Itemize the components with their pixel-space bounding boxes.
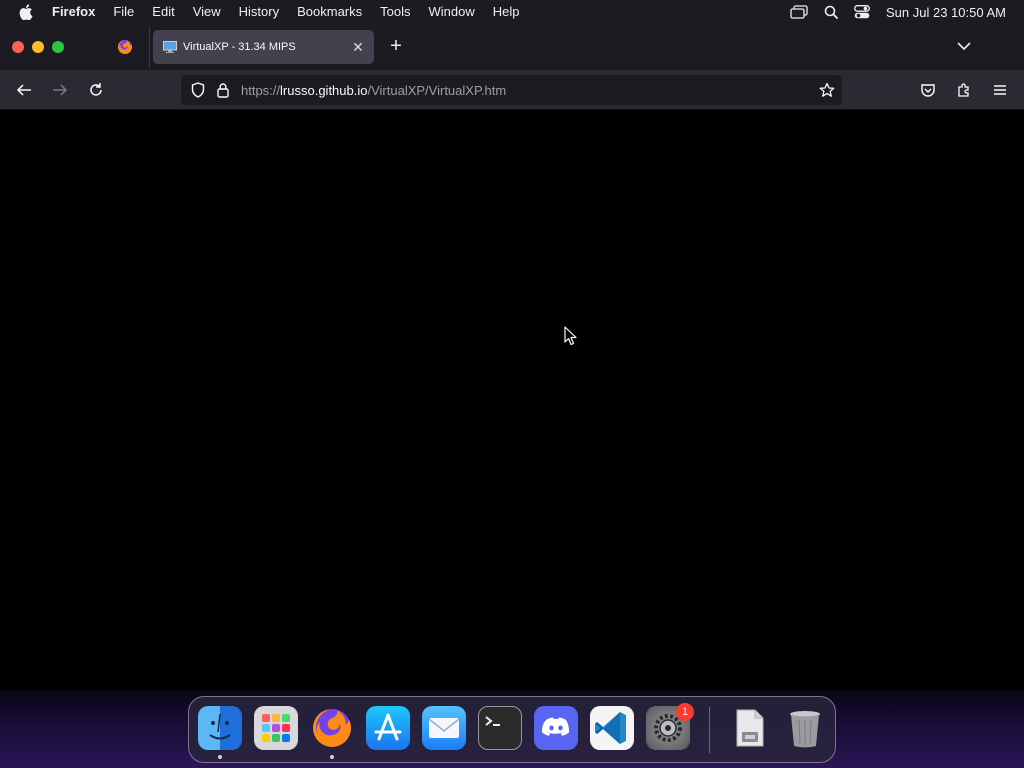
- dock-mail[interactable]: [422, 706, 466, 750]
- dock-vscode[interactable]: [590, 706, 634, 750]
- extensions-button[interactable]: [954, 80, 974, 100]
- tab-close-icon[interactable]: ✕: [350, 39, 366, 56]
- finder-icon: [209, 713, 231, 740]
- url-bar[interactable]: https://lrusso.github.io/VirtualXP/Virtu…: [181, 75, 842, 105]
- terminal-icon: [485, 716, 500, 726]
- pocket-button[interactable]: [918, 80, 938, 100]
- settings-notification-badge: 1: [676, 703, 694, 721]
- dock-separator: [709, 707, 710, 753]
- url-text[interactable]: https://lrusso.github.io/VirtualXP/Virtu…: [241, 83, 506, 98]
- dock-trash[interactable]: [783, 706, 827, 750]
- web-content-canvas[interactable]: [0, 110, 1024, 768]
- shield-icon: [191, 82, 205, 98]
- lock-icon: [217, 83, 229, 98]
- menu-bookmarks[interactable]: Bookmarks: [288, 0, 371, 24]
- window-zoom-button[interactable]: [52, 41, 64, 53]
- navigation-toolbar: https://lrusso.github.io/VirtualXP/Virtu…: [0, 70, 1024, 110]
- tab-virtualxp[interactable]: VirtualXP - 31.34 MIPS ✕: [153, 30, 374, 64]
- firefox-icon: [117, 40, 132, 54]
- dock-discord[interactable]: [534, 706, 578, 750]
- list-all-tabs-icon[interactable]: [956, 38, 972, 54]
- reload-button[interactable]: [86, 80, 106, 100]
- menu-edit[interactable]: Edit: [143, 0, 183, 24]
- menu-history[interactable]: History: [230, 0, 288, 24]
- computer-favicon-icon: [163, 41, 177, 53]
- finder-running-indicator: [218, 755, 222, 759]
- url-path: /VirtualXP/VirtualXP.htm: [367, 82, 507, 98]
- document-icon: [736, 709, 764, 747]
- control-center-icon[interactable]: [854, 5, 870, 19]
- dock-firefox[interactable]: [310, 706, 354, 750]
- pinned-tab-firefox[interactable]: [100, 26, 150, 68]
- window-close-button[interactable]: [12, 41, 24, 53]
- url-scheme: https://: [241, 82, 281, 98]
- site-security-button[interactable]: [215, 81, 231, 99]
- spotlight-search-icon[interactable]: [824, 5, 838, 19]
- menu-file[interactable]: File: [104, 0, 143, 24]
- menu-window[interactable]: Window: [420, 0, 484, 24]
- forward-button[interactable]: [50, 80, 70, 100]
- tab-strip: VirtualXP - 31.34 MIPS ✕ +: [0, 24, 1024, 70]
- menu-app-name[interactable]: Firefox: [52, 0, 104, 24]
- menu-help[interactable]: Help: [484, 0, 529, 24]
- hamburger-menu-icon: [994, 85, 1006, 95]
- new-tab-button[interactable]: +: [386, 36, 406, 58]
- launchpad-icon: [262, 714, 290, 742]
- firefox-icon: [313, 709, 351, 747]
- tracking-protection-button[interactable]: [189, 81, 207, 99]
- window-minimize-button[interactable]: [32, 41, 44, 53]
- menu-tools[interactable]: Tools: [371, 0, 419, 24]
- app-menu-button[interactable]: [990, 80, 1010, 100]
- dock-finder[interactable]: [198, 706, 242, 750]
- bookmark-star-button[interactable]: [818, 81, 836, 99]
- url-host: lrusso.github.io: [280, 82, 368, 98]
- dock-document[interactable]: [727, 706, 771, 750]
- apple-menu[interactable]: [0, 0, 52, 24]
- back-arrow-icon: [16, 84, 31, 96]
- forward-arrow-icon: [53, 84, 68, 96]
- pocket-icon: [921, 84, 935, 97]
- menu-bar: Firefox File Edit View History Bookmarks…: [0, 0, 1024, 24]
- reload-icon: [90, 83, 102, 96]
- trash-icon: [790, 711, 820, 748]
- puzzle-piece-icon: [958, 83, 969, 97]
- mail-icon: [428, 718, 460, 738]
- mouse-pointer-icon: [564, 326, 577, 346]
- dock: 1: [188, 696, 836, 763]
- screen-mirroring-icon[interactable]: [790, 5, 808, 19]
- vscode-icon: [595, 712, 626, 744]
- tab-title: VirtualXP - 31.34 MIPS: [183, 41, 296, 53]
- star-icon: [819, 82, 835, 97]
- dock-app-store[interactable]: [366, 706, 410, 750]
- discord-icon: [541, 717, 570, 736]
- menu-view[interactable]: View: [184, 0, 230, 24]
- app-store-icon: [374, 713, 402, 741]
- menu-clock[interactable]: Sun Jul 23 10:50 AM: [886, 5, 1006, 20]
- back-button[interactable]: [14, 80, 34, 100]
- apple-icon: [19, 4, 33, 20]
- dock-terminal[interactable]: [478, 706, 522, 750]
- firefox-running-indicator: [330, 755, 334, 759]
- dock-launchpad[interactable]: [254, 706, 298, 750]
